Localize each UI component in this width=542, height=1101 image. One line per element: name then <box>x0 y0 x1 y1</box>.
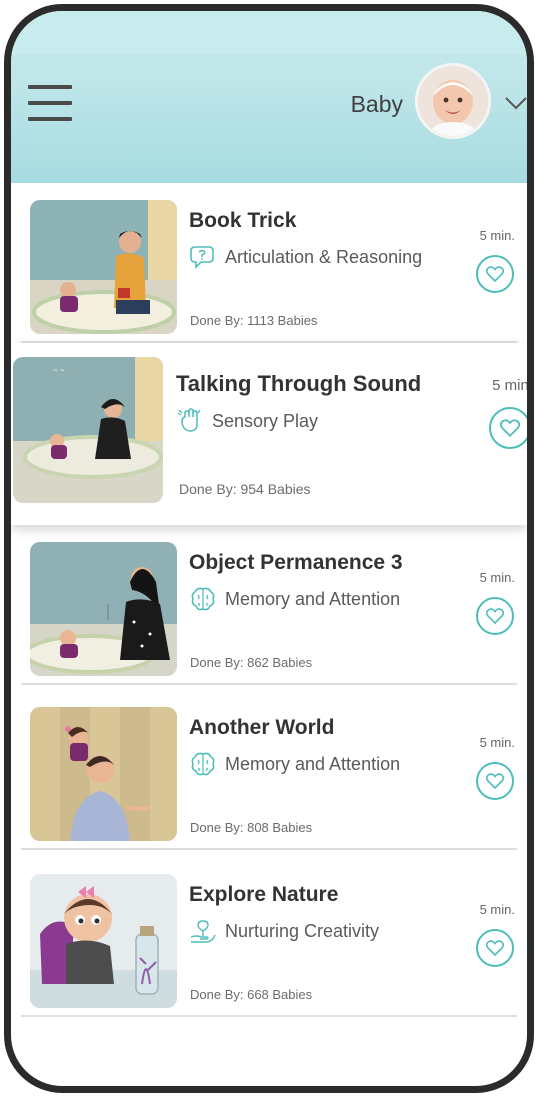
brain-icon <box>191 587 215 611</box>
done-by-count: Done By: 954 Babies <box>179 481 311 497</box>
activity-card[interactable]: Object Permanence 3 Memory and Attention… <box>11 525 527 685</box>
heart-icon <box>486 940 504 956</box>
activity-title[interactable]: Object Permanence 3 <box>189 551 403 575</box>
category-label: Sensory Play <box>212 410 319 431</box>
activity-card[interactable]: Book Trick Articulation & Reasoning Done… <box>11 183 527 343</box>
duration: 5 min. <box>479 228 515 243</box>
activity-category: Memory and Attention <box>189 750 400 778</box>
app-header: Baby <box>11 11 527 183</box>
activity-thumbnail <box>30 707 177 841</box>
favorite-heart-button[interactable] <box>476 255 514 293</box>
brain-icon <box>191 752 215 776</box>
activity-card[interactable]: Explore Nature Nurturing Creativity Done… <box>11 857 527 1017</box>
user-name[interactable]: Baby <box>351 91 403 118</box>
duration: 5 min. <box>479 570 515 585</box>
plant-in-hand-icon <box>190 920 216 943</box>
activity-title[interactable]: Another World <box>189 716 334 740</box>
favorite-heart-button[interactable] <box>476 929 514 967</box>
activity-card[interactable]: ~ ~ Talking Through Sound Sensory Play D… <box>11 343 527 525</box>
activity-category: Memory and Attention <box>189 585 400 613</box>
activity-thumbnail <box>30 874 177 1008</box>
chevron-down-icon[interactable] <box>504 95 528 111</box>
activity-category: Nurturing Creativity <box>189 917 379 945</box>
done-by-count: Done By: 668 Babies <box>190 987 313 1002</box>
heart-icon <box>486 773 504 789</box>
activity-title[interactable]: Talking Through Sound <box>176 371 421 397</box>
category-label: Nurturing Creativity <box>225 920 380 941</box>
duration: 5 min. <box>479 902 515 917</box>
duration: 5 min. <box>492 377 533 394</box>
activity-thumbnail: ~ ~ <box>13 357 163 503</box>
activity-card[interactable]: Another World Memory and Attention Done … <box>11 690 527 850</box>
speech-bubble-icon <box>190 246 214 269</box>
favorite-heart-button[interactable] <box>476 597 514 635</box>
baby-avatar[interactable] <box>415 63 491 139</box>
heart-icon <box>486 266 504 282</box>
hamburger-menu-icon[interactable] <box>28 83 72 123</box>
divider <box>21 683 517 685</box>
activity-category: Articulation & Reasoning <box>189 243 422 271</box>
activity-thumbnail <box>30 200 177 334</box>
hand-icon <box>177 408 201 432</box>
divider <box>21 1015 517 1017</box>
category-label: Memory and Attention <box>225 753 401 774</box>
activity-title[interactable]: Book Trick <box>189 209 296 233</box>
done-by-count: Done By: 808 Babies <box>190 820 313 835</box>
heart-icon <box>500 419 520 437</box>
done-by-count: Done By: 1113 Babies <box>190 313 318 328</box>
divider <box>21 848 517 850</box>
svg-text:~ ~: ~ ~ <box>53 366 65 375</box>
done-by-count: Done By: 862 Babies <box>190 655 313 670</box>
activity-title[interactable]: Explore Nature <box>189 883 338 907</box>
duration: 5 min. <box>479 735 515 750</box>
activity-thumbnail <box>30 542 177 676</box>
activity-category: Sensory Play <box>176 407 318 435</box>
category-label: Articulation & Reasoning <box>225 246 423 267</box>
favorite-heart-button[interactable] <box>476 762 514 800</box>
status-strip <box>11 11 527 55</box>
phone-frame: Baby Book Trick Articulation & Reasoning… <box>4 4 534 1093</box>
heart-icon <box>486 608 504 624</box>
favorite-heart-button[interactable] <box>489 407 527 449</box>
category-label: Memory and Attention <box>225 588 401 609</box>
